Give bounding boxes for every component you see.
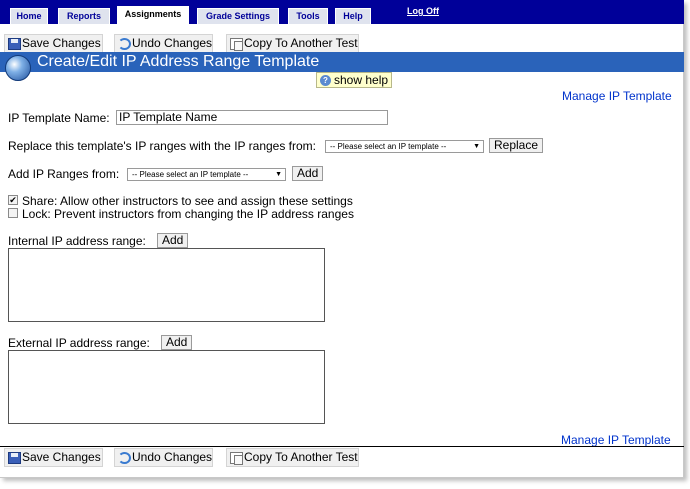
replace-template-select[interactable]: -- Please select an IP template -- ▼ — [325, 140, 484, 153]
undo-icon — [118, 38, 131, 50]
template-name-input[interactable]: IP Template Name — [116, 110, 388, 125]
help-icon: ? — [320, 75, 331, 86]
top-nav: Home Reports Assignments Grade Settings … — [0, 0, 684, 24]
internal-range-label: Internal IP address range: — [8, 234, 146, 248]
copy-to-test-button-bottom[interactable]: Copy To Another Test — [226, 448, 359, 467]
replace-label: Replace this template's IP ranges with t… — [8, 139, 317, 153]
tab-tools[interactable]: Tools — [288, 8, 328, 24]
add-select-value: -- Please select an IP template -- — [132, 170, 249, 179]
template-name-label: IP Template Name: — [8, 111, 110, 125]
undo-changes-label: Undo Changes — [132, 450, 213, 464]
undo-changes-button[interactable]: Undo Changes — [114, 34, 213, 53]
replace-button[interactable]: Replace — [489, 138, 544, 153]
save-changes-button-bottom[interactable]: Save Changes — [4, 448, 103, 467]
manage-ip-template-link-bottom[interactable]: Manage IP Template — [561, 433, 671, 447]
top-toolbar: Save Changes Undo Changes Copy To Anothe… — [0, 34, 684, 54]
internal-add-button[interactable]: Add — [157, 233, 189, 248]
tab-reports[interactable]: Reports — [58, 8, 110, 24]
replace-select-value: -- Please select an IP template -- — [330, 142, 447, 151]
page-title: Create/Edit IP Address Range Template — [37, 53, 320, 70]
show-help-label: show help — [334, 73, 389, 87]
undo-changes-label: Undo Changes — [132, 36, 213, 50]
tab-grade-settings[interactable]: Grade Settings — [197, 8, 279, 24]
share-checkbox[interactable]: ✔ — [8, 195, 18, 205]
undo-icon — [118, 452, 131, 464]
add-ranges-button[interactable]: Add — [292, 166, 324, 181]
share-label: Share: Allow other instructors to see an… — [22, 194, 353, 208]
tab-assignments[interactable]: Assignments — [117, 6, 189, 24]
external-range-textarea[interactable] — [8, 350, 325, 424]
copy-to-test-button[interactable]: Copy To Another Test — [226, 34, 359, 53]
logoff-link[interactable]: Log Off — [407, 6, 439, 16]
undo-changes-button-bottom[interactable]: Undo Changes — [114, 448, 213, 467]
external-range-label: External IP address range: — [8, 336, 150, 350]
add-ranges-label: Add IP Ranges from: — [8, 167, 120, 181]
copy-icon — [230, 38, 243, 51]
bottom-toolbar: Save Changes Undo Changes Copy To Anothe… — [0, 448, 684, 468]
dropdown-arrow-icon: ▼ — [275, 171, 282, 178]
copy-to-test-label: Copy To Another Test — [244, 36, 358, 50]
save-icon — [8, 452, 21, 464]
save-changes-button[interactable]: Save Changes — [4, 34, 103, 53]
lock-checkbox[interactable] — [8, 208, 18, 218]
copy-to-test-label: Copy To Another Test — [244, 450, 358, 464]
add-ranges-select[interactable]: -- Please select an IP template -- ▼ — [127, 168, 286, 181]
globe-icon — [5, 55, 31, 81]
internal-range-textarea[interactable] — [8, 248, 325, 322]
external-add-button[interactable]: Add — [161, 335, 193, 350]
divider — [0, 446, 684, 447]
save-icon — [8, 38, 21, 50]
show-help-button[interactable]: ? show help — [316, 72, 393, 88]
tab-help[interactable]: Help — [335, 8, 371, 24]
lock-label: Lock: Prevent instructors from changing … — [22, 207, 354, 221]
save-changes-label: Save Changes — [22, 36, 101, 50]
copy-icon — [230, 452, 243, 465]
manage-ip-template-link-top[interactable]: Manage IP Template — [562, 89, 672, 103]
dropdown-arrow-icon: ▼ — [473, 143, 480, 150]
app-window: Home Reports Assignments Grade Settings … — [0, 0, 684, 478]
save-changes-label: Save Changes — [22, 450, 101, 464]
tab-home[interactable]: Home — [10, 8, 48, 24]
